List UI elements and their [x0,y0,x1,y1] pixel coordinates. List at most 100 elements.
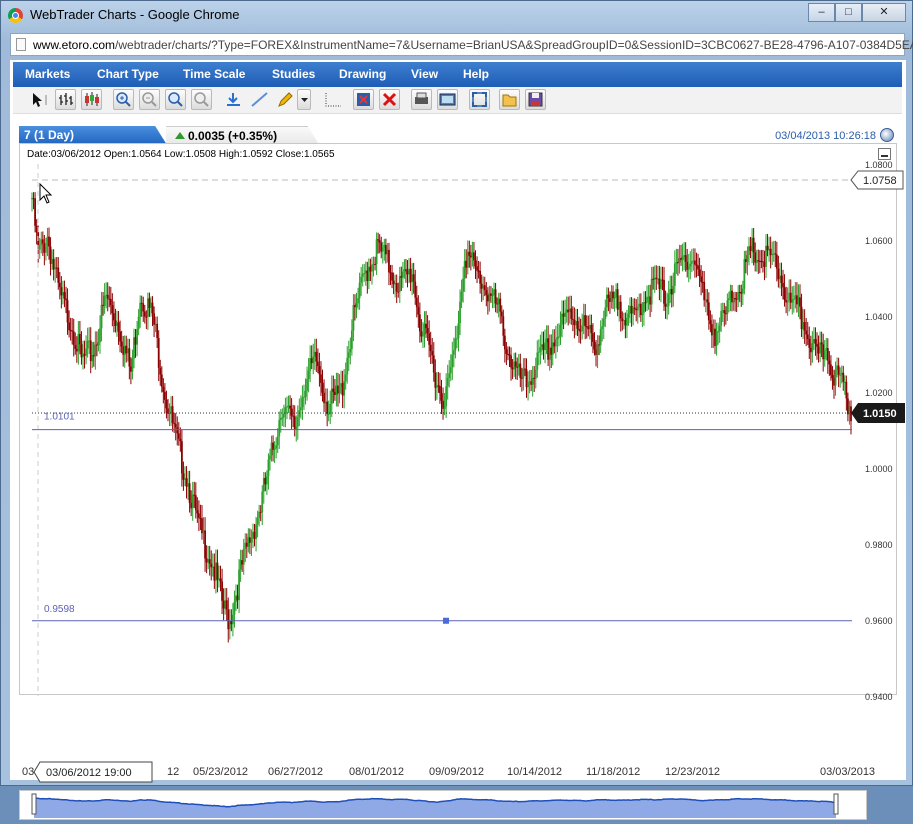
candle [194,482,197,519]
zoom-reset-icon[interactable] [191,89,212,110]
candle-body [520,377,523,379]
candle [618,295,621,322]
candle [663,267,665,311]
candle-body [806,334,809,339]
menu-chart-type[interactable]: Chart Type [97,67,159,81]
candle [48,227,50,260]
candle [667,280,670,315]
candle-body [451,354,454,368]
fullscreen-icon[interactable] [469,89,490,110]
candle [68,310,70,338]
candle-body [516,366,519,368]
candle [156,316,159,349]
delete-selected-icon[interactable] [353,89,374,110]
candle [272,435,274,462]
menu-time-scale[interactable]: Time Scale [183,67,245,81]
candle-body [82,353,84,358]
candle [479,261,482,294]
candle-body [49,246,52,264]
pencil-icon[interactable] [275,89,296,110]
candle [221,568,223,615]
candle [814,327,817,356]
candle-body [735,298,738,300]
candle-body [643,302,645,313]
screenshot-icon[interactable] [437,89,458,110]
zoom-out-icon[interactable] [139,89,160,110]
candle [86,327,89,358]
bar-chart-icon[interactable] [55,89,76,110]
menu-view[interactable]: View [411,67,438,81]
candle [740,284,743,307]
address-bar[interactable]: www.etoro.com/webtrader/charts/?Type=FOR… [10,33,913,56]
candle [842,365,845,391]
candle [624,312,627,339]
candle [452,337,455,368]
candle-body [40,239,43,246]
delete-all-icon[interactable] [379,89,400,110]
candle [188,470,191,513]
candle [60,276,63,309]
candle [129,357,132,385]
menu-studies[interactable]: Studies [272,67,315,81]
candle-body [511,367,514,370]
candle [689,251,692,280]
trend-line-icon[interactable] [249,89,270,110]
candle-body [486,295,489,302]
dropdown-arrow-icon[interactable] [297,89,311,110]
candle-body [262,477,265,492]
zoom-in-icon[interactable] [113,89,134,110]
candle [670,275,673,308]
candle-body [94,344,97,357]
minimize-button[interactable]: – [808,3,835,22]
candle [77,321,80,365]
candle [524,357,526,376]
candle [83,340,86,369]
candle-body [646,296,648,303]
candle-body [267,459,270,477]
candle-body [595,349,597,355]
y-tick-label: 1.0400 [865,312,893,322]
menu-markets[interactable]: Markets [25,67,70,81]
date-range-navigator[interactable] [19,790,867,820]
candle-body [75,349,78,352]
candle-body [58,282,61,288]
url-text[interactable]: www.etoro.com/webtrader/charts/?Type=FOR… [33,38,913,52]
level-handle [443,617,449,624]
candle [116,310,118,337]
candle [180,429,183,487]
candle [380,236,383,259]
close-button[interactable]: ✕ [862,3,906,22]
menu-help[interactable]: Help [463,67,489,81]
candle [715,322,718,356]
candle-body [667,294,670,306]
save-icon[interactable] [525,89,546,110]
zoom-area-icon[interactable] [165,89,186,110]
maximize-button[interactable]: □ [835,3,862,22]
price-chart[interactable]: 1.0101 0.9598 1.0800 1.0600 1.0400 1.0200 1.00… [18,124,905,783]
menu-drawing[interactable]: Drawing [339,67,386,81]
candle [423,311,426,348]
candle-body [269,455,271,460]
candle-body [367,266,370,282]
download-icon[interactable] [223,89,244,110]
candle [649,284,652,317]
candlestick-icon[interactable] [81,89,102,110]
candle [785,286,787,314]
print-icon[interactable] [411,89,432,110]
open-icon[interactable] [499,89,520,110]
candle-body [238,569,240,601]
candle-body [228,620,231,630]
candle [805,318,808,347]
candle-body [678,258,681,263]
candle-body [607,294,610,299]
candle-body [109,299,112,306]
crosshair-icon[interactable] [323,89,344,110]
title-bar[interactable]: WebTrader Charts - Google Chrome – □ ✕ [1,1,912,29]
candle [661,266,664,291]
candle-body [113,313,115,321]
candle [320,361,322,396]
x-tick-label: 03/03/2013 [820,766,875,778]
candle [607,287,610,312]
candle [718,317,721,343]
candle [491,288,494,309]
